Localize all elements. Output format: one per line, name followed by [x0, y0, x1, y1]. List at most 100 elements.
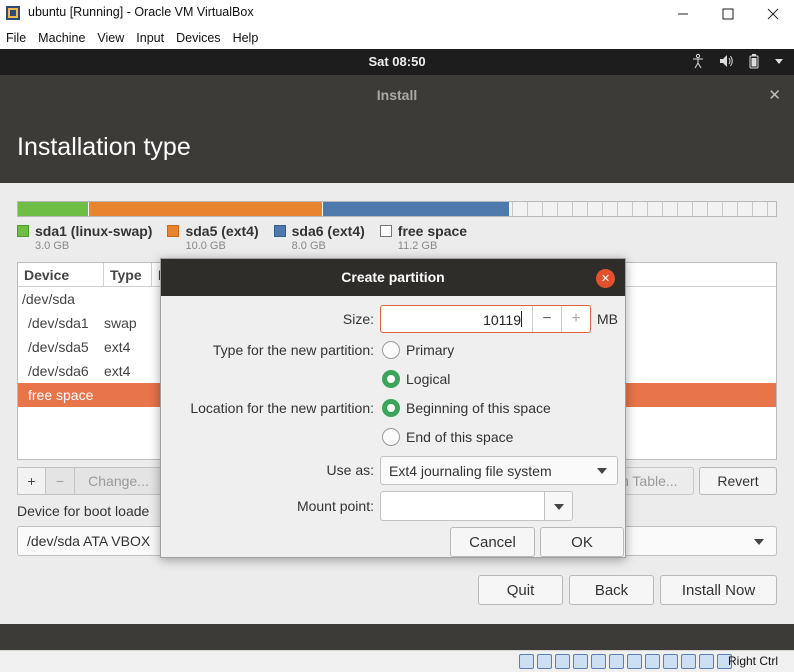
- row-type: ext4: [104, 339, 131, 355]
- partition-usage-bar: [17, 201, 777, 217]
- close-icon: [767, 8, 779, 19]
- maximize-icon: [722, 8, 734, 19]
- hard-disk-icon[interactable]: [519, 654, 534, 669]
- usb-icon[interactable]: [591, 654, 606, 669]
- change-partition-button[interactable]: Change...: [75, 467, 163, 495]
- remove-partition-button[interactable]: −: [46, 467, 75, 495]
- end-radio-label: End of this space: [406, 429, 514, 445]
- legend-item: sda5 (ext4) 10.0 GB: [167, 223, 259, 252]
- decrease-size-button[interactable]: −: [532, 306, 561, 332]
- chevron-down-icon: [597, 468, 607, 474]
- accessibility-icon[interactable]: [690, 53, 706, 69]
- row-device: free space: [28, 387, 94, 403]
- desktop-bottom-strip: [0, 624, 794, 650]
- mount-point-dropdown-button[interactable]: [544, 491, 573, 521]
- legend-name: sda5 (ext4): [185, 223, 259, 239]
- boot-loader-label: Device for boot loade: [17, 503, 150, 519]
- menu-view[interactable]: View: [91, 27, 130, 49]
- back-button[interactable]: Back: [569, 575, 654, 605]
- use-as-select[interactable]: Ext4 journaling file system: [380, 456, 618, 485]
- optical-drive-icon[interactable]: [537, 654, 552, 669]
- installer-close-icon[interactable]: ✕: [768, 86, 781, 104]
- row-device: /dev/sda6: [28, 363, 89, 379]
- display-icon[interactable]: [627, 654, 642, 669]
- mouse-integration-icon[interactable]: [699, 654, 714, 669]
- legend-name: free space: [397, 223, 468, 239]
- dialog-close-button[interactable]: ✕: [596, 269, 615, 288]
- radio-unchecked-icon: [382, 428, 400, 446]
- menu-input[interactable]: Input: [130, 27, 170, 49]
- text-cursor: [521, 311, 522, 327]
- system-menu-arrow-icon[interactable]: [774, 53, 784, 69]
- virtualbox-menu-bar: File Machine View Input Devices Help: [0, 27, 794, 49]
- legend-item: sda6 (ext4) 8.0 GB: [273, 223, 365, 252]
- shared-folders-icon[interactable]: [609, 654, 624, 669]
- primary-radio[interactable]: Primary: [382, 341, 454, 359]
- beginning-radio[interactable]: Beginning of this space: [382, 399, 551, 417]
- column-type[interactable]: Type: [104, 263, 152, 286]
- menu-devices[interactable]: Devices: [170, 27, 226, 49]
- mount-point-input[interactable]: [380, 491, 570, 521]
- legend-size: 11.2 GB: [397, 240, 438, 252]
- use-as-value: Ext4 journaling file system: [389, 463, 552, 479]
- partition-bar-sda6: [322, 202, 510, 216]
- installer-header: Install ✕ Installation type: [0, 75, 794, 183]
- close-window-button[interactable]: [750, 0, 794, 27]
- install-now-button[interactable]: Install Now: [660, 575, 777, 605]
- column-device[interactable]: Device: [18, 263, 104, 286]
- quit-button[interactable]: Quit: [478, 575, 563, 605]
- legend-swatch-orange: [167, 225, 180, 237]
- partition-bar-sda5: [89, 202, 323, 216]
- network-icon[interactable]: [573, 654, 588, 669]
- row-type: ext4: [104, 363, 131, 379]
- legend-item: free space 11.2 GB: [379, 223, 468, 252]
- device-status-icons: [519, 654, 732, 669]
- system-tray[interactable]: [690, 53, 784, 69]
- size-spinbox[interactable]: 10119 − +: [380, 305, 591, 333]
- menu-machine[interactable]: Machine: [32, 27, 91, 49]
- size-input[interactable]: 10119: [381, 312, 521, 328]
- cpu-icon[interactable]: [681, 654, 696, 669]
- row-type: swap: [104, 315, 137, 331]
- row-device: /dev/sda: [22, 291, 75, 307]
- radio-checked-icon: [382, 399, 400, 417]
- revert-button[interactable]: Revert: [699, 467, 777, 495]
- increase-size-button[interactable]: +: [561, 306, 590, 332]
- virtualbox-title-bar: ubuntu [Running] - Oracle VM VirtualBox: [0, 0, 794, 27]
- page-title: Installation type: [17, 133, 191, 161]
- legend-size: 3.0 GB: [35, 240, 70, 252]
- menu-help[interactable]: Help: [227, 27, 265, 49]
- partition-location-label: Location for the new partition:: [190, 400, 374, 416]
- primary-radio-label: Primary: [406, 342, 455, 358]
- dialog-header: Create partition ✕: [161, 259, 625, 296]
- end-radio[interactable]: End of this space: [382, 428, 513, 446]
- minimize-button[interactable]: [660, 0, 706, 27]
- installer-window-title: Install: [376, 87, 418, 103]
- chevron-down-icon: [754, 539, 764, 545]
- recording-icon[interactable]: [663, 654, 678, 669]
- clock[interactable]: Sat 08:50: [0, 54, 794, 69]
- menu-file[interactable]: File: [0, 27, 32, 49]
- mount-point-label: Mount point:: [296, 498, 374, 514]
- window-title: ubuntu [Running] - Oracle VM VirtualBox: [28, 5, 254, 19]
- use-as-label: Use as:: [326, 462, 374, 478]
- ubuntu-top-bar: Sat 08:50: [0, 49, 794, 75]
- legend-size: 8.0 GB: [291, 240, 326, 252]
- create-partition-dialog: Create partition ✕ Size: 10119 − + MB Ty…: [160, 258, 626, 558]
- volume-icon[interactable]: [718, 53, 734, 69]
- logical-radio[interactable]: Logical: [382, 370, 450, 388]
- battery-icon[interactable]: [746, 53, 762, 69]
- row-device: /dev/sda5: [28, 339, 89, 355]
- partition-legend: sda1 (linux-swap) 3.0 GB sda5 (ext4) 10.…: [17, 223, 482, 252]
- audio-icon[interactable]: [555, 654, 570, 669]
- legend-item: sda1 (linux-swap) 3.0 GB: [17, 223, 152, 252]
- cancel-button[interactable]: Cancel: [450, 527, 535, 557]
- legend-name: sda1 (linux-swap): [35, 223, 153, 239]
- radio-checked-icon: [382, 370, 400, 388]
- add-partition-button[interactable]: +: [17, 467, 46, 495]
- maximize-button[interactable]: [705, 0, 751, 27]
- legend-size: 10.0 GB: [185, 240, 226, 252]
- size-unit: MB: [597, 311, 618, 327]
- ok-button[interactable]: OK: [540, 527, 624, 557]
- video-capture-icon[interactable]: [645, 654, 660, 669]
